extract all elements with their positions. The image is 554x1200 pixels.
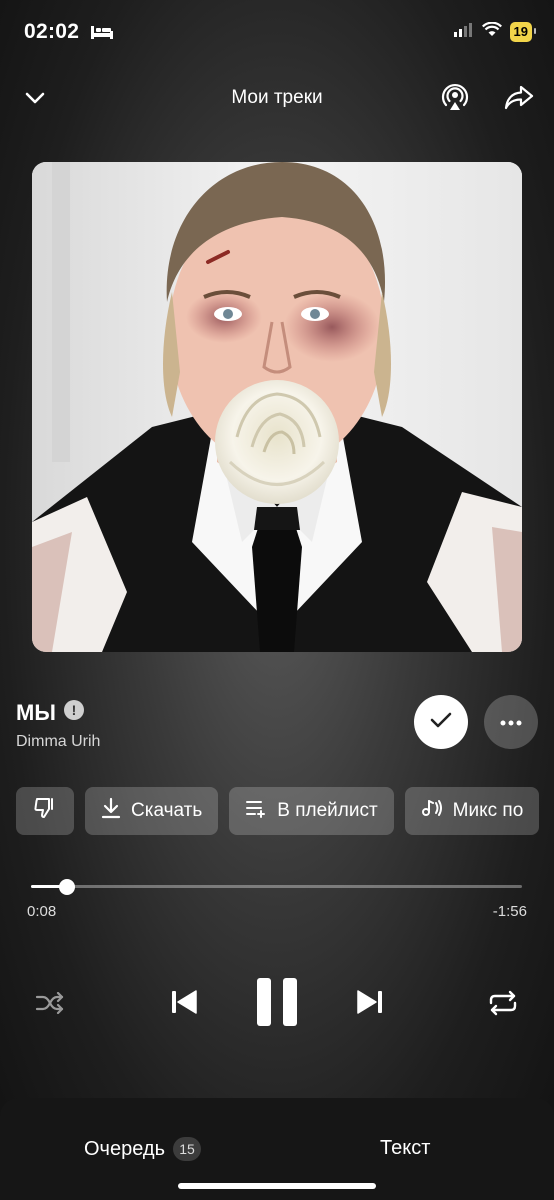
checkmark-icon <box>429 710 453 735</box>
airplay-icon <box>441 82 469 117</box>
queue-label: Очередь <box>84 1137 165 1160</box>
mix-label: Микс по <box>452 800 524 821</box>
share-icon <box>504 84 534 115</box>
progress-track[interactable] <box>31 885 522 888</box>
repeat-button[interactable] <box>486 989 520 1021</box>
album-cover <box>32 162 522 652</box>
queue-count-badge: 15 <box>173 1137 201 1161</box>
like-button[interactable] <box>414 695 468 749</box>
time-remaining: -1:56 <box>492 903 527 920</box>
dislike-icon <box>33 796 57 826</box>
download-label: Скачать <box>131 800 203 821</box>
previous-icon <box>170 988 198 1021</box>
pause-icon <box>255 977 299 1032</box>
pause-button[interactable] <box>251 977 303 1032</box>
download-icon <box>101 797 121 825</box>
tab-lyrics[interactable]: Текст <box>380 1137 430 1160</box>
dislike-button[interactable] <box>16 787 74 835</box>
playlist-add-icon <box>245 798 267 824</box>
shuffle-button[interactable] <box>32 990 68 1020</box>
page-title: Мои треки <box>231 87 323 108</box>
more-icon <box>500 713 522 731</box>
airplay-button[interactable] <box>440 83 470 115</box>
status-time: 02:02 <box>24 20 80 43</box>
shuffle-icon <box>35 991 65 1019</box>
home-indicator[interactable] <box>178 1183 376 1189</box>
playlist-label: В плейлист <box>277 800 378 821</box>
download-button[interactable]: Скачать <box>85 787 219 835</box>
wifi-icon <box>481 21 502 42</box>
add-to-playlist-button[interactable]: В плейлист <box>229 787 394 835</box>
mix-icon <box>421 798 443 824</box>
tab-queue[interactable]: Очередь 15 <box>84 1137 201 1161</box>
bed-icon <box>90 24 114 45</box>
track-artist[interactable]: Dimma Urih <box>16 733 100 751</box>
battery-indicator: 19 <box>509 22 537 42</box>
explicit-icon: ! <box>64 700 84 720</box>
share-button[interactable] <box>503 84 535 114</box>
status-indicators: 19 <box>453 21 537 42</box>
next-button[interactable] <box>354 988 386 1020</box>
more-button[interactable] <box>484 695 538 749</box>
previous-button[interactable] <box>168 988 200 1020</box>
action-chips: Скачать В плейлист Микс по <box>16 787 540 835</box>
next-icon <box>356 988 384 1021</box>
signal-icon <box>453 22 474 42</box>
time-elapsed: 0:08 <box>27 903 57 920</box>
progress-thumb[interactable] <box>59 879 75 895</box>
repeat-icon <box>488 990 518 1021</box>
track-title: МЫ <box>16 700 56 725</box>
mix-button[interactable]: Микс по <box>404 787 540 835</box>
